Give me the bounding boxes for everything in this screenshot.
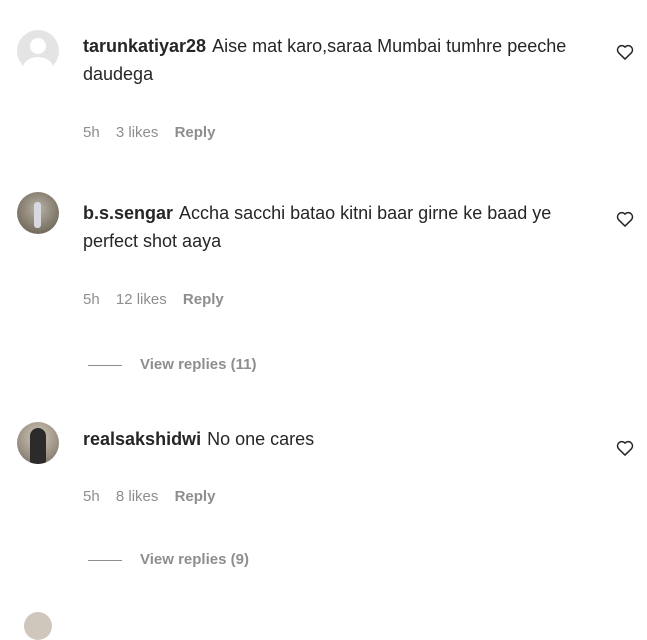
reply-button[interactable]: Reply bbox=[183, 291, 224, 308]
comment-likes[interactable]: 3 likes bbox=[116, 124, 159, 141]
comment-time: 5h bbox=[83, 291, 100, 308]
comment-likes[interactable]: 8 likes bbox=[116, 488, 159, 505]
comment-username[interactable]: tarunkatiyar28 bbox=[83, 36, 206, 56]
user-photo-icon[interactable] bbox=[17, 422, 59, 464]
default-avatar-icon[interactable] bbox=[17, 30, 59, 72]
heart-icon[interactable] bbox=[615, 209, 635, 229]
comment-username[interactable]: realsakshidwi bbox=[83, 429, 201, 449]
comment-meta: 5h 8 likes Reply bbox=[83, 488, 227, 505]
comment-text: No one cares bbox=[207, 429, 315, 449]
comment-time: 5h bbox=[83, 124, 100, 141]
comment-meta: 5h 12 likes Reply bbox=[83, 291, 236, 308]
avatar[interactable] bbox=[24, 612, 52, 640]
comment-likes[interactable]: 12 likes bbox=[116, 291, 167, 308]
reply-button[interactable]: Reply bbox=[175, 124, 216, 141]
view-replies-label: View replies (11) bbox=[140, 356, 257, 373]
view-replies-button[interactable]: View replies (11) bbox=[88, 356, 256, 373]
comment-body: tarunkatiyar28 Aise mat karo,saraa Mumbai… bbox=[83, 32, 583, 88]
heart-icon[interactable] bbox=[615, 438, 635, 458]
divider-line bbox=[88, 364, 122, 366]
comment-body: b.s.sengar Accha sacchi batao kitni baar … bbox=[83, 199, 583, 255]
comment-meta: 5h 3 likes Reply bbox=[83, 124, 227, 141]
divider-line bbox=[88, 559, 122, 561]
view-replies-label: View replies (9) bbox=[140, 551, 249, 568]
comment-time: 5h bbox=[83, 488, 100, 505]
reply-button[interactable]: Reply bbox=[175, 488, 216, 505]
view-replies-button[interactable]: View replies (9) bbox=[88, 551, 249, 568]
comment-username[interactable]: b.s.sengar bbox=[83, 203, 173, 223]
heart-icon[interactable] bbox=[615, 42, 635, 62]
user-photo-icon[interactable] bbox=[17, 192, 59, 234]
comment-body: realsakshidwi No one cares bbox=[83, 425, 583, 453]
